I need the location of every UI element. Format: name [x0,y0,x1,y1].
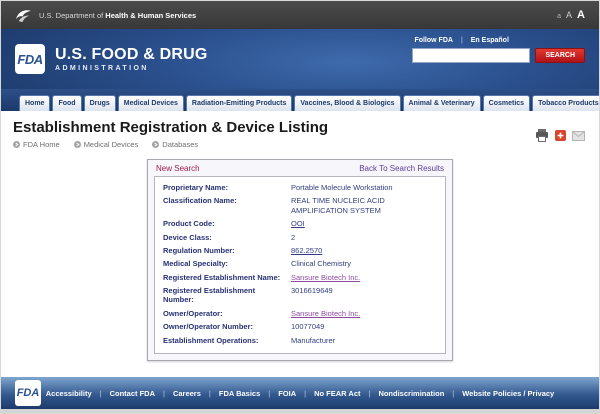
breadcrumb-label: Medical Devices [84,140,139,149]
share-icon[interactable] [555,130,566,141]
hhs-agency-text: U.S. Department of Health & Human Servic… [39,11,196,20]
breadcrumb-label: FDA Home [23,140,60,149]
table-row: Registered Establishment Number: 3016619… [163,284,437,307]
table-row: Owner/Operator: Sansure Biotech Inc. [163,307,437,320]
footer-link-accessibility[interactable]: Accessibility [46,389,92,398]
panel-header: New Search Back To Search Results [148,160,452,176]
row-label: Registered Establishment Name: [163,273,291,282]
fda-header: FDA U.S. FOOD & DRUG ADMINISTRATION Foll… [1,29,599,89]
header-utility-links: Follow FDA | En Español [412,37,585,44]
row-value: Manufacturer [291,336,437,345]
row-label: Registered Establishment Number: [163,286,291,305]
fda-brand-line2: ADMINISTRATION [55,65,208,72]
table-row: Registered Establishment Name: Sansure B… [163,271,437,284]
row-value: REAL TIME NUCLEIC ACID AMPLIFICATION SYS… [291,196,437,215]
page-action-icons [535,129,585,142]
text-size-medium-button[interactable]: A [566,10,572,20]
row-label: Owner/Operator Number: [163,322,291,331]
breadcrumb-bullet-icon [13,141,20,148]
hhs-link[interactable]: U.S. Department of Health & Human Servic… [15,8,196,23]
text-size-controls: a A A [557,9,585,21]
row-value: 2 [291,233,437,242]
device-listing-panel: New Search Back To Search Results Propri… [147,159,453,361]
tab-radiation-emitting-products[interactable]: Radiation-Emitting Products [186,95,293,111]
new-search-link[interactable]: New Search [156,164,200,173]
tab-vaccines-blood-biologics[interactable]: Vaccines, Blood & Biologics [294,95,400,111]
breadcrumb-label: Databases [162,140,198,149]
hhs-eagle-icon [15,8,32,23]
row-value: Clinical Chemistry [291,259,437,268]
footer-link-fda-basics[interactable]: FDA Basics [219,389,260,398]
breadcrumb-bullet-icon [152,141,159,148]
follow-fda-link[interactable]: Follow FDA [414,37,453,44]
table-row: Regulation Number: 862.2570 [163,244,437,257]
footer-link-no-fear-act[interactable]: No FEAR Act [314,389,360,398]
back-to-search-results-link[interactable]: Back To Search Results [359,164,444,173]
table-row: Medical Specialty: Clinical Chemistry [163,257,437,270]
tab-animal-veterinary[interactable]: Animal & Veterinary [403,95,481,111]
text-size-large-button[interactable]: A [577,9,585,21]
utility-separator: | [461,37,463,44]
row-label: Device Class: [163,233,291,242]
breadcrumb-databases[interactable]: Databases [152,140,198,149]
regulation-number-link[interactable]: 862.2570 [291,246,322,255]
table-row: Owner/Operator Number: 10077049 [163,320,437,333]
row-label: Regulation Number: [163,246,291,255]
site-footer: FDA Accessibility| Contact FDA| Careers|… [1,377,599,409]
tab-home[interactable]: Home [19,95,50,111]
table-row: Proprietary Name: Portable Molecule Work… [163,181,437,194]
row-label: Classification Name: [163,196,291,215]
footer-link-foia[interactable]: FOIA [278,389,296,398]
fda-logo[interactable]: FDA [15,44,45,74]
primary-nav: Home Food Drugs Medical Devices Radiatio… [1,89,599,111]
footer-link-website-policies-privacy[interactable]: Website Policies / Privacy [462,389,554,398]
breadcrumb: FDA Home Medical Devices Databases [13,140,587,149]
table-row: Device Class: 2 [163,231,437,244]
device-detail-table: Proprietary Name: Portable Molecule Work… [154,176,446,354]
footer-link-nondiscrimination[interactable]: Nondiscrimination [378,389,444,398]
footer-link-contact-fda[interactable]: Contact FDA [110,389,155,398]
search-button[interactable]: SEARCH [535,48,585,63]
row-label: Proprietary Name: [163,183,291,192]
footer-link-careers[interactable]: Careers [173,389,201,398]
breadcrumb-fda-home[interactable]: FDA Home [13,140,60,149]
browser-page: U.S. Department of Health & Human Servic… [0,0,600,414]
hhs-top-bar: U.S. Department of Health & Human Servic… [1,1,599,29]
row-label: Owner/Operator: [163,309,291,318]
search-input[interactable] [412,48,530,63]
row-label: Product Code: [163,219,291,228]
breadcrumb-medical-devices[interactable]: Medical Devices [74,140,139,149]
row-value: 3016619649 [291,286,437,305]
breadcrumb-bullet-icon [74,141,81,148]
product-code-link[interactable]: OOI [291,219,305,228]
tab-medical-devices[interactable]: Medical Devices [118,95,184,111]
owner-operator-link[interactable]: Sansure Biotech Inc. [291,309,360,318]
table-row: Product Code: OOI [163,217,437,230]
footer-fda-logo[interactable]: FDA [15,380,41,406]
main-content: Establishment Registration & Device List… [1,111,599,377]
registered-establishment-name-link[interactable]: Sansure Biotech Inc. [291,273,360,282]
row-value: 10077049 [291,322,437,331]
tab-cosmetics[interactable]: Cosmetics [483,95,530,111]
fda-brand: U.S. FOOD & DRUG ADMINISTRATION [55,46,208,72]
tab-tobacco-products[interactable]: Tobacco Products [532,95,600,111]
header-right: Follow FDA | En Español SEARCH [412,37,585,63]
row-label: Establishment Operations: [163,336,291,345]
tab-drugs[interactable]: Drugs [84,95,116,111]
print-icon[interactable] [535,129,549,142]
header-search: SEARCH [412,48,585,63]
email-icon[interactable] [572,131,585,141]
table-row: Classification Name: REAL TIME NUCLEIC A… [163,194,437,217]
footer-links: Accessibility| Contact FDA| Careers| FDA… [46,389,554,398]
page-title: Establishment Registration & Device List… [13,119,587,136]
row-value: Portable Molecule Workstation [291,183,437,192]
fda-brand-line1: U.S. FOOD & DRUG [55,46,208,64]
bottom-strip [1,409,599,413]
tab-food[interactable]: Food [52,95,81,111]
row-label: Medical Specialty: [163,259,291,268]
table-row: Establishment Operations: Manufacturer [163,334,437,347]
en-espanol-link[interactable]: En Español [471,37,509,44]
text-size-small-button[interactable]: a [557,13,561,20]
